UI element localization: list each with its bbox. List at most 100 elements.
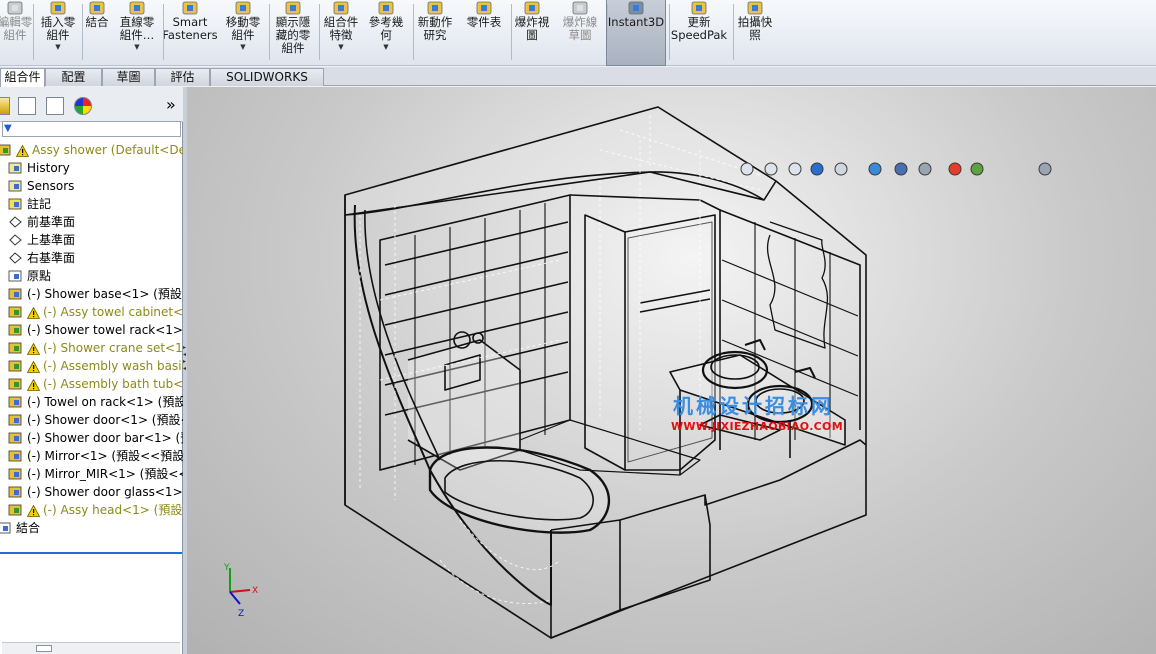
tree-item[interactable]: (-) Assy towel cabinet<1 xyxy=(0,303,183,321)
view-orientation-icon[interactable] xyxy=(867,161,883,177)
tree-filter[interactable]: ▼ xyxy=(2,121,181,137)
hide-show-icon[interactable] xyxy=(917,161,933,177)
display-style-icon[interactable] xyxy=(893,161,909,177)
ribbon-button-label: 組合件 特徵 xyxy=(323,15,359,42)
tree-item[interactable]: (-) Shower base<1> (預設< xyxy=(0,285,183,303)
tree-item-label: (-) Shower door<1> (預設< xyxy=(27,413,183,427)
ribbon-button-motion-study[interactable]: 新動作 研究 xyxy=(412,0,458,66)
tree-item-label: 上基準面 xyxy=(27,233,76,247)
ribbon-button-label: 拍攝快 照 xyxy=(737,15,773,42)
tab-1[interactable]: 配置 xyxy=(45,68,102,86)
explode-line-sketch-icon xyxy=(571,1,589,15)
tree-item[interactable]: (-) Assy head<1> (預設< xyxy=(0,501,183,519)
ribbon-button-instant3d[interactable]: Instant3D xyxy=(606,0,666,66)
section-view-icon[interactable] xyxy=(809,161,825,177)
ribbon-button-bom[interactable]: 零件表 xyxy=(462,0,506,66)
subassembly-icon xyxy=(8,341,23,355)
tree-item-label: (-) Assembly wash basin xyxy=(43,359,183,373)
property-manager-tab[interactable] xyxy=(18,97,36,115)
tree-item[interactable]: 註記 xyxy=(0,195,183,213)
warning-icon xyxy=(26,306,41,319)
tree-item[interactable]: (-) Towel on rack<1> (預設< xyxy=(0,393,183,411)
dropdown-arrow-icon[interactable]: ▼ xyxy=(134,43,139,51)
horizontal-scrollbar[interactable] xyxy=(2,642,180,654)
tree-item[interactable]: 原點 xyxy=(0,267,183,285)
tab-4[interactable]: SOLIDWORKS MBD xyxy=(210,68,324,101)
dynamic-annotation-icon[interactable] xyxy=(833,161,849,177)
configuration-manager-tab[interactable] xyxy=(46,97,64,115)
ribbon-button-label: 插入零 組件 xyxy=(40,15,76,42)
graphics-area[interactable]: 机械设计招标网 WWW.JIXIEZHAOBIAO.COM xyxy=(187,87,1156,654)
feature-tree: Assy shower (Default<Defa History Sensors 註… xyxy=(0,141,183,537)
ribbon-button-exploded-view[interactable]: 爆炸視 圖 xyxy=(510,0,554,66)
ribbon-button-explode-line-sketch[interactable]: 爆炸線 草圖 xyxy=(558,0,602,66)
ribbon-button-mate[interactable]: 結合 xyxy=(82,0,112,66)
ribbon-button-label: 移動零 組件 xyxy=(225,15,261,42)
ribbon-button-label: 零件表 xyxy=(466,15,502,29)
ribbon-button-assembly-features[interactable]: 組合件 特徵 ▼ xyxy=(320,0,362,66)
subassembly-icon xyxy=(8,305,23,319)
apply-scene-icon[interactable] xyxy=(969,161,985,177)
ribbon-button-show-hidden[interactable]: 顯示隱 藏的零 組件 xyxy=(268,0,318,66)
tab-2[interactable]: 草圖 xyxy=(102,68,155,86)
dropdown-arrow-icon[interactable]: ▼ xyxy=(383,43,388,51)
ribbon-button-edit-component[interactable]: 編輯零 組件 xyxy=(0,0,33,66)
scrollbar-thumb[interactable] xyxy=(36,645,52,652)
view-settings-icon[interactable] xyxy=(1037,161,1053,177)
tree-item[interactable]: 上基準面 xyxy=(0,231,183,249)
feature-manager-tab[interactable] xyxy=(0,97,10,115)
tree-item[interactable]: (-) Mirror_MIR<1> (預設<< xyxy=(0,465,183,483)
part-icon xyxy=(8,287,23,301)
tree-item[interactable]: (-) Assembly bath tub<1 xyxy=(0,375,183,393)
tree-item-label: (-) Assy head<1> (預設< xyxy=(43,503,183,517)
dropdown-arrow-icon[interactable]: ▼ xyxy=(240,43,245,51)
tree-item[interactable]: Sensors xyxy=(0,177,183,195)
show-hidden-icon xyxy=(284,1,302,15)
ribbon-button-snapshot[interactable]: 拍攝快 照 xyxy=(732,0,778,66)
triad-z-label: Z xyxy=(238,609,244,619)
dropdown-arrow-icon[interactable]: ▼ xyxy=(55,43,60,51)
ribbon-separator xyxy=(82,4,83,60)
tree-item-label: (-) Shower door glass<1> ( xyxy=(27,485,183,499)
tab-3[interactable]: 評估 xyxy=(155,68,210,86)
tree-item-label: 註記 xyxy=(27,197,52,211)
ribbon-button-reference-geometry[interactable]: 參考幾 何 ▼ xyxy=(364,0,408,66)
edit-component-icon xyxy=(6,1,24,15)
tree-item[interactable]: 前基準面 xyxy=(0,213,183,231)
subassembly-icon xyxy=(8,503,23,517)
ribbon-button-insert-components[interactable]: 插入零 組件 ▼ xyxy=(37,0,79,66)
sensors-icon xyxy=(8,179,23,193)
zoom-to-fit-icon[interactable] xyxy=(739,161,755,177)
tree-item[interactable]: 右基準面 xyxy=(0,249,183,267)
edit-appearance-icon[interactable] xyxy=(947,161,963,177)
tree-item[interactable]: (-) Mirror<1> (預設<<預設 xyxy=(0,447,183,465)
ribbon-button-label: 編輯零 組件 xyxy=(0,15,33,42)
tree-item[interactable]: History xyxy=(0,159,183,177)
part-icon xyxy=(8,467,23,481)
ribbon-button-linear-pattern[interactable]: 直線零 組件… ▼ xyxy=(114,0,160,66)
tree-item[interactable]: (-) Shower crane set<1> xyxy=(0,339,183,357)
tree-item[interactable]: Assy shower (Default<Defa xyxy=(0,141,183,159)
subassembly-icon xyxy=(8,377,23,391)
display-manager-tab[interactable] xyxy=(74,97,92,115)
ribbon-button-move-component[interactable]: 移動零 組件 ▼ xyxy=(220,0,266,66)
tree-item[interactable]: (-) Shower door glass<1> ( xyxy=(0,483,183,501)
tree-item[interactable]: (-) Shower door bar<1> (預 xyxy=(0,429,183,447)
tree-item[interactable]: (-) Shower door<1> (預設< xyxy=(0,411,183,429)
zoom-to-area-icon[interactable] xyxy=(763,161,779,177)
dropdown-arrow-icon[interactable]: ▼ xyxy=(338,43,343,51)
ribbon-button-speedpak[interactable]: 更新 SpeedPak xyxy=(668,0,730,66)
tab-0[interactable]: 組合件 xyxy=(0,68,45,87)
part-icon xyxy=(8,485,23,499)
tree-item-label: 原點 xyxy=(27,269,52,283)
tree-item[interactable]: (-) Assembly wash basin xyxy=(0,357,183,375)
expand-panel-button[interactable]: » xyxy=(166,95,176,114)
snapshot-icon xyxy=(746,1,764,15)
ribbon-separator xyxy=(669,4,670,60)
linear-pattern-icon xyxy=(128,1,146,15)
previous-view-icon[interactable] xyxy=(787,161,803,177)
tree-item[interactable]: (-) Shower towel rack<1> (預 xyxy=(0,321,183,339)
tree-item[interactable]: 結合 xyxy=(0,519,183,537)
triad-y-label: Y xyxy=(223,563,230,573)
ribbon-button-smart-fasteners[interactable]: Smart Fasteners xyxy=(162,0,218,66)
